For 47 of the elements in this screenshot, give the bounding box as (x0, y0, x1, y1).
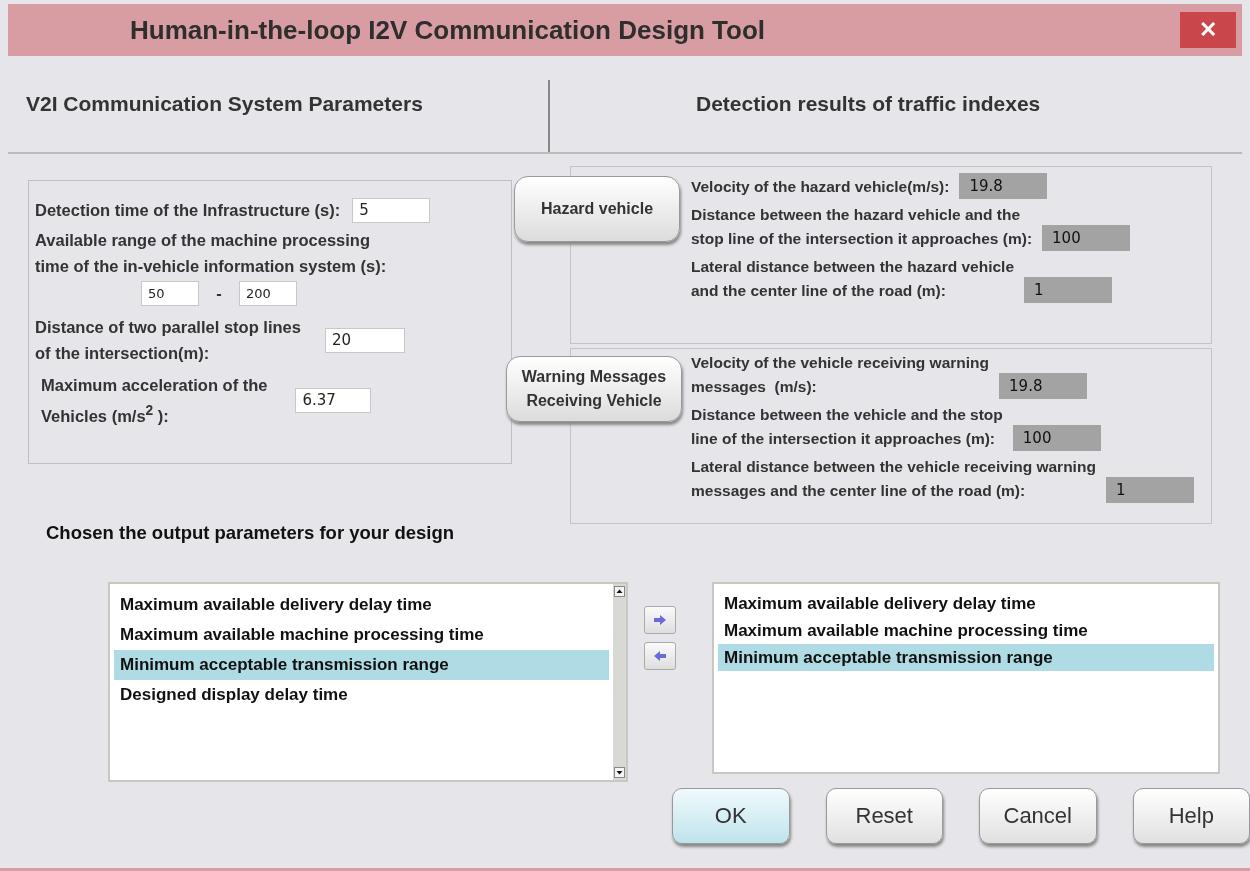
scroll-up-icon[interactable] (614, 586, 625, 597)
dialog-button[interactable]: OK (672, 788, 790, 844)
window-title: Human-in-the-loop I2V Communication Design Tool (130, 14, 766, 46)
list-item[interactable]: Minimum acceptable transmission range (718, 644, 1214, 671)
readonly-field: 19.8 (999, 373, 1088, 399)
list-item[interactable]: Maximum available delivery delay time (718, 590, 1214, 617)
input-field[interactable]: 6.37 (295, 387, 372, 413)
dialog-button[interactable]: Reset (825, 788, 943, 844)
readonly-field: 100 (1042, 225, 1131, 251)
scroll-down-icon[interactable] (614, 767, 625, 778)
field-label: Distance of two parallel stop lines of the intersection(m): (35, 317, 301, 364)
field-label: Distance between the hazard vehicle and the stop line of the intersection it approaches (m): (691, 205, 1033, 249)
readonly-field: 19.8 (959, 173, 1048, 199)
readonly-field: 1 (1024, 277, 1113, 303)
list-item[interactable]: Maximum available delivery delay time (114, 590, 609, 620)
field-label: Distance between the vehicle and the stop line of the intersection it approaches (m): (691, 405, 1003, 449)
arrow-left-icon (653, 650, 667, 662)
dialog-button[interactable]: Cancel (979, 788, 1097, 844)
list-item[interactable]: Maximum available machine processing time (718, 617, 1214, 644)
vehicle-button[interactable]: Warning Messages Receiving Vehicle (506, 356, 682, 422)
readonly-field: 100 (1012, 425, 1101, 451)
input-field[interactable]: 20 (324, 327, 405, 353)
section-heading: Detection results of traffic indexes (696, 92, 1041, 116)
section-heading: Chosen the output parameters for your design (46, 522, 455, 544)
scrollbar[interactable] (613, 584, 626, 780)
vehicle-button[interactable]: Hazard vehicle (514, 176, 680, 242)
remove-button[interactable] (644, 642, 676, 670)
close-button[interactable]: ✕ (1180, 12, 1236, 48)
section-heading: V2I Communication System Parameters (25, 92, 424, 116)
list-item[interactable]: Maximum available machine processing time (114, 620, 609, 650)
list-item[interactable]: Designed display delay time (114, 680, 609, 710)
field-label: Lateral distance between the hazard vehicle and the center line of the road (m): (691, 257, 1015, 301)
field-label: Maximum acceleration of the Vehicles (m/s$^{2}$ ): (41, 375, 268, 427)
range-separator: - (215, 284, 223, 303)
input-field[interactable]: 5 (352, 197, 431, 223)
field-label: Lateral distance between the vehicle receiving warning messages and the center line of the road (m): (691, 457, 1096, 501)
list-item[interactable]: Minimum acceptable transmission range (114, 650, 609, 680)
dialog-button[interactable]: Help (1132, 788, 1250, 844)
arrow-right-icon (653, 614, 667, 626)
field-label: Velocity of the vehicle receiving warning messages (m/s): (691, 353, 990, 397)
readonly-field: 1 (1105, 477, 1194, 503)
field-label: Available range of the machine processing time of the in-vehicle information system (s): (35, 230, 387, 277)
add-button[interactable] (644, 606, 676, 634)
field-label: Detection time of the Infrastructure (s): (35, 200, 341, 221)
field-label: Velocity of the hazard vehicle(m/s): (691, 177, 950, 197)
input-field[interactable]: 50 (141, 281, 199, 306)
input-field[interactable]: 200 (239, 281, 297, 306)
